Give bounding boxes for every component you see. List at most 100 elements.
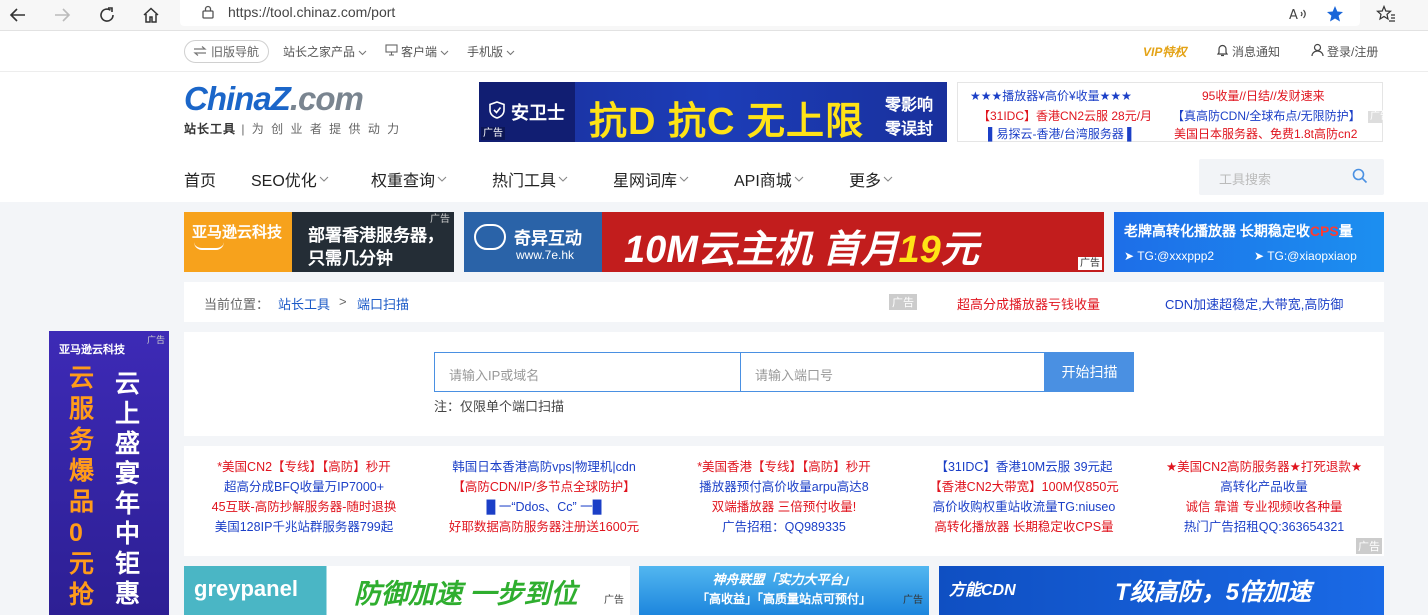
text-ad-link[interactable]: ★美国CN2高防服务器★打死退款★	[1144, 457, 1384, 477]
text-ad-link[interactable]: 95收量//日结//发财速来	[1202, 87, 1325, 104]
text-ad-link[interactable]: 播放器预付高价收量arpu高达8	[664, 477, 904, 497]
text-ad-link[interactable]: 【31IDC】香港CN2云服 28元/月	[978, 107, 1152, 124]
products-label: 站长之家产品	[283, 45, 356, 59]
port-input[interactable]: 请输入端口号	[740, 352, 1045, 392]
anweishi-right-1: 零影响	[885, 97, 934, 114]
nav-more[interactable]: 更多	[849, 167, 893, 191]
chevron-down-icon	[358, 45, 367, 59]
favorite-star-icon[interactable]	[1322, 2, 1348, 26]
nav-api-label: API商城	[734, 173, 792, 190]
login-link[interactable]: 登录/注册	[1311, 43, 1378, 60]
text-ad-link[interactable]: *美国CN2【专线】【高防】秒开	[184, 457, 424, 477]
text-ad-link[interactable]: ▌易探云-香港/台湾服务器 ▌	[988, 125, 1136, 142]
text-ad-link[interactable]: 广告招租：QQ989335	[664, 517, 904, 537]
site-logo[interactable]: ChinaZ.com	[184, 80, 364, 118]
breadcrumb-ad-link[interactable]: 超高分成播放器亏钱收量	[957, 294, 1100, 313]
text-ad-link[interactable]: 【高防CDN/IP/多节点全球防护】	[424, 477, 664, 497]
qiyi-banner[interactable]: 奇异互动 www.7e.hk 10M云主机 首月19元 广告	[464, 212, 1104, 272]
ip-placeholder: 请输入IP或域名	[449, 368, 540, 383]
mobile-label: 手机版	[467, 45, 504, 59]
ad-tag: 广告	[889, 294, 917, 310]
aws-banner[interactable]: 亚马逊云科技 部署香港服务器， 只需几分钟 广告	[184, 212, 454, 272]
amazon-smile-icon	[194, 242, 224, 250]
ad-column: *美国CN2【专线】【高防】秒开 超高分成BFQ收量万IP7000+ 45互联-…	[184, 457, 424, 537]
anweishi-ad-banner[interactable]: 安卫士 抗D 抗C 无上限 零影响 零误封 广告	[479, 82, 947, 142]
breadcrumb-ad-link[interactable]: CDN加速超稳定,大带宽,高防御	[1165, 294, 1343, 313]
nav-seo[interactable]: SEO优化	[251, 167, 329, 191]
fangneng-cdn-banner[interactable]: 方能CDN T级高防，5倍加速	[939, 566, 1384, 615]
ad-tag: 广告	[146, 335, 165, 345]
address-bar[interactable]: https://tool.chinaz.com/port	[180, 0, 1360, 26]
nav-seo-label: SEO优化	[251, 173, 317, 190]
nav-api[interactable]: API商城	[734, 167, 804, 191]
qiyi-brand: 奇异互动	[514, 229, 582, 248]
cps-title: 老牌高转化播放器 长期稳定收CPS量	[1124, 223, 1353, 239]
text-ad-link[interactable]: 诚信 靠谱 专业视频收各种量	[1144, 497, 1384, 517]
start-scan-button[interactable]: 开始扫描	[1045, 352, 1134, 392]
favorites-list-icon[interactable]	[1373, 2, 1399, 26]
ip-input[interactable]: 请输入IP或域名	[434, 352, 740, 392]
lock-icon	[202, 5, 214, 22]
text-ad-link[interactable]: 【香港CN2大带宽】100M仅850元	[904, 477, 1144, 497]
logo-dotcom-text: .com	[289, 80, 364, 117]
anweishi-headline: 抗D 抗C 无上限	[589, 101, 865, 142]
side-ad-banner[interactable]: 亚马逊云科技 广告 云服务爆品0元抢 云上盛宴年中钜惠	[49, 331, 169, 615]
text-ad-link[interactable]: 好耶数据高防服务器注册送1600元	[424, 517, 664, 537]
slogan-rest: | 为 创 业 者 提 供 动 力	[241, 122, 402, 136]
breadcrumb-current[interactable]: 端口扫描	[357, 294, 409, 313]
login-label: 登录/注册	[1327, 45, 1379, 59]
read-aloud-icon[interactable]: A	[1286, 2, 1312, 26]
ad-column: 韩国日本香港高防vps|物理机|cdn 【高防CDN/IP/多节点全球防护】 █…	[424, 457, 664, 537]
shenzhou-banner[interactable]: 神舟联盟「实力大平台」 「高收益」「高质量站点可预付」 广告	[639, 566, 929, 615]
nav-more-label: 更多	[849, 173, 882, 190]
refresh-icon[interactable]	[93, 2, 121, 28]
aws-text-1: 部署香港服务器，	[308, 226, 444, 245]
swap-icon	[193, 45, 207, 59]
search-icon[interactable]	[1352, 168, 1368, 187]
breadcrumb-prefix: 当前位置：	[204, 297, 270, 312]
text-ad-link[interactable]: *美国香港【专线】【高防】秒开	[664, 457, 904, 477]
forward-icon[interactable]	[48, 2, 76, 28]
greypanel-brand: greypanel	[194, 576, 298, 601]
text-ad-link[interactable]: ★★★播放器¥高价¥收量★★★	[970, 87, 1132, 104]
url-text: https://tool.chinaz.com/port	[228, 4, 396, 20]
scan-note: 注：仅限单个端口扫描	[434, 399, 565, 414]
text-ad-link[interactable]: 美国日本服务器、免费1.8t高防cn2	[1174, 125, 1357, 142]
greypanel-banner[interactable]: greypanel 防御加速 一步到位 广告	[184, 566, 630, 615]
cps-tg-1: ➤ TG:@xxxppp2	[1124, 249, 1215, 263]
old-nav-button[interactable]: 旧版导航	[184, 40, 270, 63]
nav-home[interactable]: 首页	[184, 167, 216, 191]
shenzhou-line-1: 神舟联盟「实力大平台」	[712, 572, 856, 587]
text-ad-link[interactable]: █ 一“Ddos、Cc” 一█	[424, 497, 664, 517]
nav-hot-tools[interactable]: 热门工具	[492, 167, 568, 191]
text-ad-link[interactable]: 热门广告招租QQ:363654321	[1144, 517, 1384, 537]
text-ad-link[interactable]: 高转化播放器 长期稳定收CPS量	[904, 517, 1144, 537]
text-ad-link[interactable]: 45互联-高防抄解服务器-随时退换	[184, 497, 424, 517]
qiyi-logo-icon	[474, 224, 506, 250]
text-ad-link[interactable]: 美国128IP千兆站群服务器799起	[184, 517, 424, 537]
mobile-menu[interactable]: 手机版	[467, 43, 515, 60]
nav-weight[interactable]: 权重查询	[371, 167, 447, 191]
tool-search-input[interactable]: 工具搜索	[1199, 159, 1384, 195]
client-menu[interactable]: 客户端	[385, 43, 449, 60]
anweishi-right-2: 零误封	[885, 121, 934, 138]
nav-words[interactable]: 星网词库	[613, 167, 689, 191]
vip-link[interactable]: VIP特权	[1143, 43, 1186, 60]
back-icon[interactable]	[4, 2, 32, 28]
text-ad-link[interactable]: 双端播放器 三倍预付收量!	[664, 497, 904, 517]
text-ad-link[interactable]: 超高分成BFQ收量万IP7000+	[184, 477, 424, 497]
text-ad-link[interactable]: 【真高防CDN/全球布点/无限防护】	[1172, 107, 1361, 124]
shenzhou-line-2: 「高收益」「高质量站点可预付」	[696, 592, 871, 606]
chevron-down-icon	[319, 170, 329, 188]
text-ad-link[interactable]: 高转化产品收量	[1144, 477, 1384, 497]
text-ad-link[interactable]: 韩国日本香港高防vps|物理机|cdn	[424, 457, 664, 477]
products-menu[interactable]: 站长之家产品	[283, 43, 367, 60]
nav-home-label: 首页	[184, 173, 217, 190]
breadcrumb-home-link[interactable]: 站长工具	[278, 294, 330, 313]
home-icon[interactable]	[137, 2, 165, 28]
text-ad-link[interactable]: 【31IDC】香港10M云服 39元起	[904, 457, 1144, 477]
text-ad-link[interactable]: 高价收购权重站收流量TG:niuseo	[904, 497, 1144, 517]
notify-link[interactable]: 消息通知	[1216, 43, 1280, 60]
cps-banner[interactable]: 老牌高转化播放器 长期稳定收CPS量 ➤ TG:@xxxppp2 ➤ TG:@x…	[1114, 212, 1384, 272]
client-label: 客户端	[401, 45, 438, 59]
